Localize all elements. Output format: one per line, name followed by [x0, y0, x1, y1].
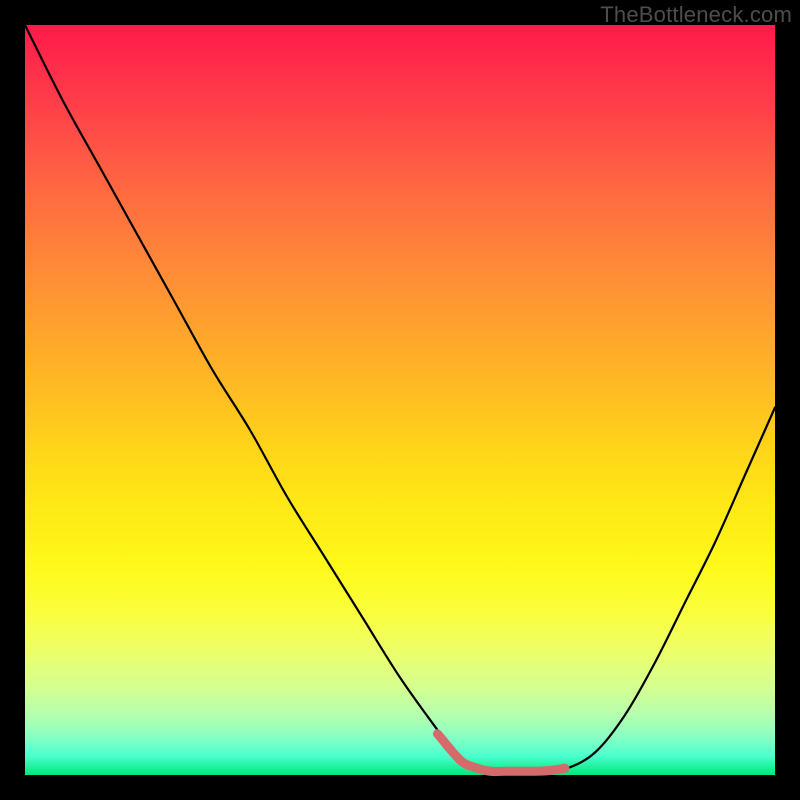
watermark-text: TheBottleneck.com: [600, 2, 792, 28]
chart-frame: TheBottleneck.com: [0, 0, 800, 800]
bottleneck-curve: [25, 25, 775, 772]
plot-area: [25, 25, 775, 775]
curve-layer: [25, 25, 775, 775]
optimal-range-highlight: [438, 734, 566, 772]
